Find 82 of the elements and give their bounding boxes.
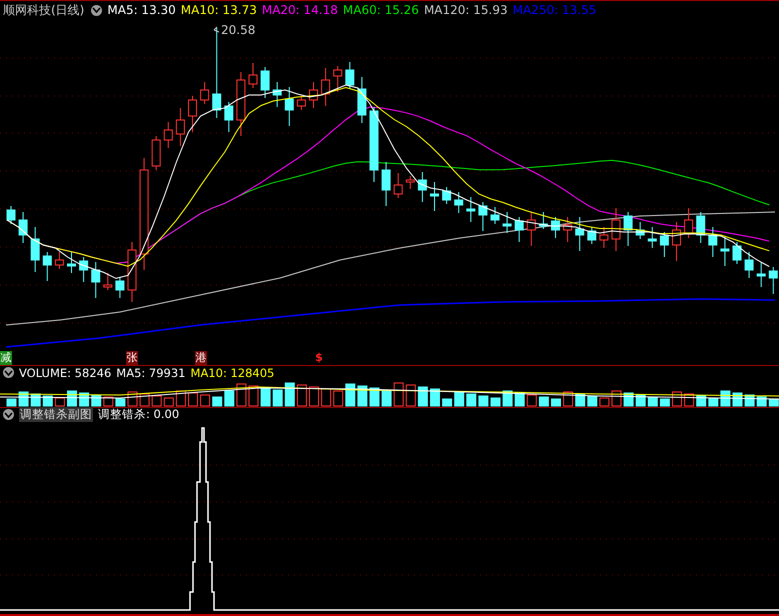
- candlestick: [188, 95, 197, 132]
- candlestick: [91, 261, 100, 298]
- candlestick: [296, 95, 306, 110]
- candlestick: [466, 196, 476, 222]
- signal-marker: 张: [126, 350, 138, 365]
- candlestick: [720, 236, 730, 266]
- candlestick: [284, 86, 294, 126]
- candlestick: [502, 211, 512, 234]
- candlestick: [321, 67, 330, 106]
- candlestick: [176, 107, 185, 146]
- signal-marker: 港: [195, 350, 207, 365]
- candlestick: [478, 201, 488, 232]
- candlestick: [612, 207, 620, 252]
- candlestick: [599, 226, 608, 248]
- candlestick: [732, 241, 742, 264]
- candlestick: [587, 226, 596, 244]
- collapse-icon[interactable]: [3, 409, 14, 420]
- candlestick: [454, 191, 464, 214]
- candlestick: [54, 251, 64, 270]
- candlestick: [345, 61, 354, 90]
- candlestick: [636, 221, 645, 240]
- candlestick: [357, 76, 366, 124]
- candlestick: [624, 211, 633, 246]
- candlestick: [708, 226, 718, 258]
- moving-average-value: MA20: 14.18: [262, 3, 338, 18]
- candlestick: [430, 181, 439, 212]
- candlestick: [272, 81, 282, 108]
- candlestick: [575, 216, 584, 252]
- volume-value: MA10: 128405: [190, 366, 274, 380]
- moving-average-value: MA10: 13.73: [180, 3, 257, 18]
- candlestick: [236, 71, 246, 136]
- moving-average-value: MA120: 15.93: [424, 3, 508, 18]
- dropdown-icon[interactable]: [91, 4, 102, 16]
- indicator-value: 调整错杀: 0.00: [98, 407, 180, 422]
- candlestick: [224, 101, 234, 132]
- candlestick: [684, 207, 694, 238]
- collapse-icon[interactable]: [3, 367, 14, 378]
- candlestick: [660, 231, 669, 258]
- candlestick: [164, 121, 173, 148]
- volume-value: MA5: 79931: [116, 366, 186, 380]
- candlestick: [563, 216, 572, 242]
- candlestick: [103, 272, 112, 290]
- candlestick: [248, 62, 258, 88]
- high-price-label: 20.58: [221, 22, 256, 37]
- candlestick: [309, 81, 318, 108]
- indicator-name[interactable]: 调整错杀副图: [19, 407, 93, 422]
- candlestick: [67, 251, 76, 274]
- candlestick: [30, 226, 40, 272]
- candlestick: [768, 266, 778, 294]
- candlestick: [526, 211, 536, 246]
- candlestick: [538, 211, 548, 230]
- candlestick: [551, 216, 560, 238]
- signal-marker: $: [314, 350, 324, 365]
- candlestick: [394, 172, 403, 198]
- candlestick: [490, 206, 500, 224]
- signal-marker: 减: [0, 350, 12, 365]
- candlestick: [442, 186, 452, 204]
- candlestick: [672, 221, 681, 262]
- candlestick: [128, 241, 136, 302]
- candlestick: [260, 66, 270, 98]
- candlestick: [648, 226, 657, 248]
- moving-average-value: MA60: 15.26: [342, 3, 419, 18]
- moving-average-value: MA250: 13.55: [512, 3, 596, 18]
- candlestick: [744, 251, 754, 278]
- candlestick: [333, 65, 342, 92]
- moving-average-value: MA5: 13.30: [107, 3, 176, 18]
- candlestick: [6, 205, 16, 224]
- stock-title: 顺网科技(日线): [3, 2, 84, 19]
- candlestick: [696, 211, 706, 244]
- candlestick: [18, 211, 28, 244]
- candlestick: [152, 135, 161, 170]
- candlestick: [115, 276, 124, 298]
- volume-value: VOLUME: 58246: [19, 366, 112, 380]
- candlestick: [200, 81, 210, 104]
- pointer-icon: [214, 26, 220, 32]
- candlestick: [382, 161, 391, 206]
- candlestick: [756, 261, 766, 288]
- candlestick: [42, 251, 52, 282]
- candlestick: [514, 216, 524, 242]
- candlestick: [418, 171, 427, 202]
- candlestick: [79, 256, 88, 282]
- candlestick: [406, 175, 415, 190]
